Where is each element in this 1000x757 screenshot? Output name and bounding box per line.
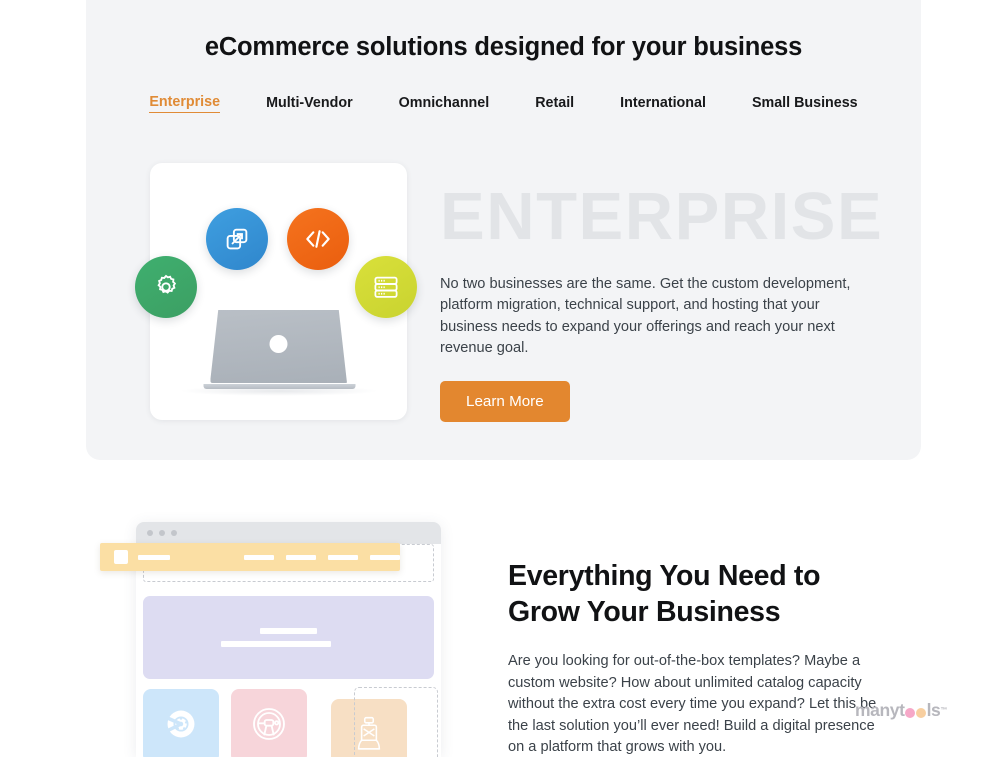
browser-body bbox=[136, 544, 441, 757]
hero-text-line-2 bbox=[220, 641, 331, 647]
tab-international[interactable]: International bbox=[620, 95, 706, 113]
enterprise-illustration-card bbox=[135, 163, 417, 420]
grow-title: Everything You Need to Grow Your Busines… bbox=[508, 560, 821, 628]
product-card-brake bbox=[143, 689, 219, 757]
gear-icon bbox=[151, 272, 181, 302]
grow-description: Are you looking for out-of-the-box templ… bbox=[508, 653, 877, 755]
solutions-tabs: Enterprise Multi-Vendor Omnichannel Reta… bbox=[86, 94, 921, 113]
tab-multi-vendor[interactable]: Multi-Vendor bbox=[266, 95, 353, 113]
browser-dot-close bbox=[147, 530, 153, 536]
enterprise-text-block: ENTERPRISE No two businesses are the sam… bbox=[440, 163, 900, 422]
server-icon bbox=[371, 272, 401, 302]
laptop-base bbox=[203, 384, 355, 389]
laptop-logo bbox=[269, 334, 288, 353]
enterprise-ghost-heading: ENTERPRISE bbox=[440, 179, 884, 254]
mockup-nav-overlay bbox=[100, 543, 400, 571]
product-card-steering-wheel bbox=[231, 689, 307, 757]
browser-mockup-illustration bbox=[100, 512, 460, 757]
laptop-lid bbox=[210, 310, 347, 383]
code-bubble bbox=[287, 208, 349, 270]
mockup-product-cards bbox=[143, 687, 438, 757]
code-icon bbox=[302, 223, 334, 255]
tab-retail[interactable]: Retail bbox=[535, 95, 574, 113]
steering-wheel-icon bbox=[249, 704, 289, 749]
hero-text-line-1 bbox=[260, 628, 317, 634]
tab-omnichannel[interactable]: Omnichannel bbox=[399, 95, 490, 113]
migration-icon bbox=[222, 224, 252, 254]
tab-small-business[interactable]: Small Business bbox=[752, 95, 858, 113]
grow-section: Everything You Need to Grow Your Busines… bbox=[0, 512, 1000, 757]
enterprise-panel-content: ENTERPRISE No two businesses are the sam… bbox=[86, 163, 921, 422]
laptop-icon bbox=[203, 310, 355, 389]
mockup-brand-bar bbox=[137, 554, 170, 560]
gear-bubble bbox=[135, 256, 197, 318]
mockup-nav-link-4 bbox=[370, 554, 400, 560]
migration-bubble bbox=[206, 208, 268, 270]
browser-dot-maximize bbox=[171, 530, 177, 536]
browser-dot-minimize bbox=[159, 530, 165, 536]
browser-chrome bbox=[136, 522, 441, 544]
mockup-logo bbox=[114, 550, 128, 564]
learn-more-button[interactable]: Learn More bbox=[440, 380, 570, 422]
mockup-nav-link-3 bbox=[328, 554, 358, 560]
enterprise-description: No two businesses are the same. Get the … bbox=[440, 275, 851, 357]
mockup-hero-banner bbox=[143, 596, 434, 679]
tab-enterprise[interactable]: Enterprise bbox=[149, 94, 221, 113]
brake-disc-icon bbox=[162, 705, 200, 748]
dashed-dropzone-card bbox=[354, 687, 438, 757]
mockup-nav-link-1 bbox=[244, 554, 274, 560]
server-bubble bbox=[355, 256, 417, 318]
mockup-nav-links bbox=[244, 554, 400, 560]
page-title: eCommerce solutions designed for your bu… bbox=[204, 33, 803, 61]
mockup-nav-link-2 bbox=[286, 554, 316, 560]
grow-text-block: Everything You Need to Grow Your Busines… bbox=[508, 512, 908, 757]
page-root: eCommerce solutions designed for your bu… bbox=[0, 0, 1000, 757]
solutions-panel: eCommerce solutions designed for your bu… bbox=[86, 0, 921, 460]
